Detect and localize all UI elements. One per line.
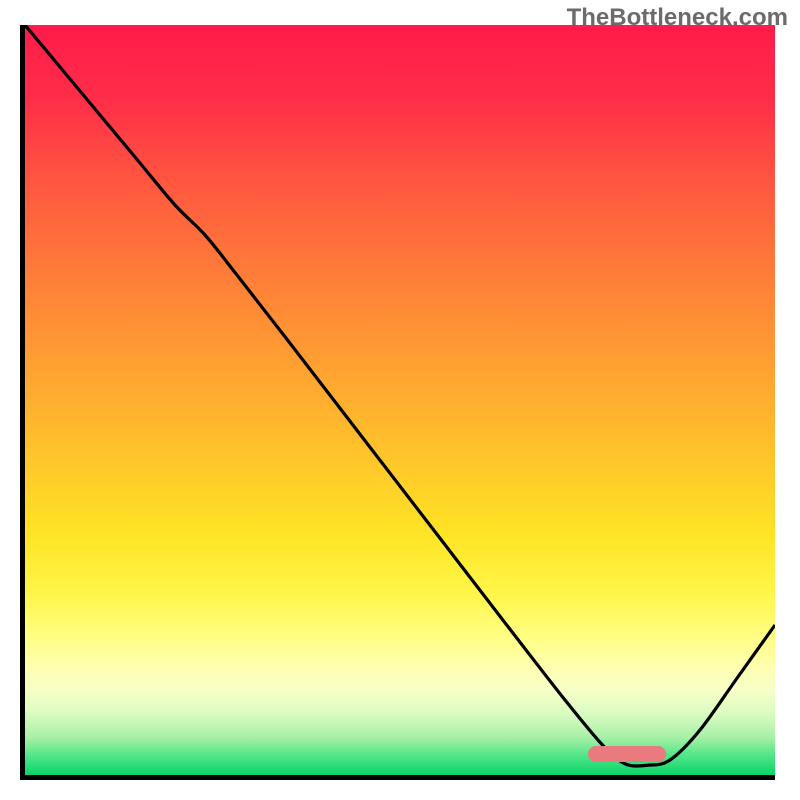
chart-container: TheBottleneck.com [0,0,800,800]
optimal-range-marker [588,746,667,763]
curve-layer [25,25,775,775]
watermark-text: TheBottleneck.com [567,4,788,32]
plot-area [25,25,775,775]
x-axis [20,775,775,780]
y-axis [20,25,25,775]
bottleneck-curve [25,25,775,766]
